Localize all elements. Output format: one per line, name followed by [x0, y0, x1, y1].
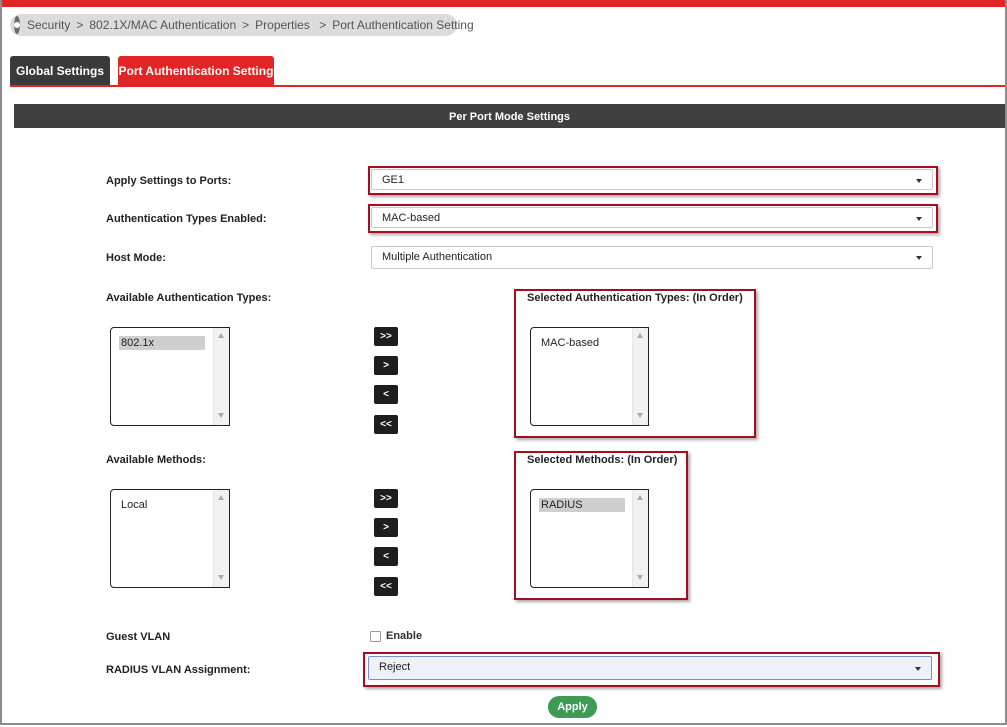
apply-button[interactable]: Apply: [548, 696, 597, 718]
tab-underline: [10, 85, 1005, 87]
location-pin-icon: [14, 16, 20, 34]
caret-down-icon: [916, 256, 922, 260]
breadcrumb-item-properties[interactable]: Properties: [255, 18, 313, 32]
apply-ports-select[interactable]: GE1: [371, 169, 933, 190]
host-mode-label: Host Mode:: [106, 252, 166, 264]
auth-types-enabled-value: MAC-based: [382, 212, 441, 224]
caret-down-icon: [915, 667, 921, 671]
remove-auth-type-button[interactable]: <: [374, 385, 398, 404]
breadcrumb-separator: >: [319, 18, 327, 32]
guest-vlan-label: Guest VLAN: [106, 631, 171, 643]
tab-port-authentication-setting[interactable]: Port Authentication Setting: [118, 56, 274, 86]
available-auth-types-label: Available Authentication Types:: [106, 292, 272, 304]
list-item[interactable]: Local: [119, 498, 147, 512]
selected-methods-list[interactable]: RADIUS: [530, 489, 649, 588]
add-all-methods-button[interactable]: >>: [374, 489, 398, 508]
available-methods-label: Available Methods:: [106, 454, 206, 466]
selected-methods-label: Selected Methods: (In Order): [527, 454, 678, 466]
guest-vlan-enable-checkbox[interactable]: [370, 631, 381, 642]
list-item[interactable]: RADIUS: [539, 498, 625, 512]
breadcrumb-separator: >: [242, 18, 250, 32]
tab-global-settings[interactable]: Global Settings: [10, 56, 110, 86]
list-scrollbar[interactable]: [213, 490, 229, 587]
list-scrollbar[interactable]: [213, 328, 229, 425]
host-mode-value: Multiple Authentication: [382, 251, 493, 263]
add-method-button[interactable]: >: [374, 518, 398, 537]
guest-vlan-enable-label[interactable]: Enable: [386, 630, 422, 642]
available-methods-list[interactable]: Local: [110, 489, 230, 588]
selected-auth-types-list[interactable]: MAC-based: [530, 327, 649, 426]
list-item[interactable]: 802.1x: [119, 336, 205, 350]
remove-method-button[interactable]: <: [374, 547, 398, 566]
auth-types-enabled-select[interactable]: MAC-based: [371, 207, 933, 228]
caret-down-icon: [916, 217, 922, 221]
auth-types-enabled-label: Authentication Types Enabled:: [106, 213, 267, 225]
list-scrollbar[interactable]: [632, 490, 648, 587]
breadcrumb-item-security[interactable]: Security: [27, 18, 70, 32]
remove-all-auth-types-button[interactable]: <<: [374, 415, 398, 434]
section-header: Per Port Mode Settings: [14, 104, 1005, 128]
list-item[interactable]: MAC-based: [539, 336, 599, 350]
breadcrumb-item-8021x[interactable]: 802.1X/MAC Authentication: [89, 18, 236, 32]
add-auth-type-button[interactable]: >: [374, 356, 398, 375]
apply-ports-label: Apply Settings to Ports:: [106, 175, 232, 187]
host-mode-select[interactable]: Multiple Authentication: [371, 246, 933, 269]
breadcrumb: Security > 802.1X/MAC Authentication > P…: [10, 14, 474, 36]
add-all-auth-types-button[interactable]: >>: [374, 327, 398, 346]
radius-vlan-label: RADIUS VLAN Assignment:: [106, 664, 251, 676]
apply-ports-value: GE1: [382, 174, 405, 186]
radius-vlan-value: Reject: [379, 661, 411, 673]
list-scrollbar[interactable]: [632, 328, 648, 425]
selected-auth-types-label: Selected Authentication Types: (In Order…: [527, 292, 743, 304]
radius-vlan-select[interactable]: Reject: [368, 656, 932, 680]
remove-all-methods-button[interactable]: <<: [374, 577, 398, 596]
breadcrumb-separator: >: [76, 18, 84, 32]
breadcrumb-item-current: Port Authentication Setting: [332, 18, 474, 32]
available-auth-types-list[interactable]: 802.1x: [110, 327, 230, 426]
caret-down-icon: [916, 179, 922, 183]
